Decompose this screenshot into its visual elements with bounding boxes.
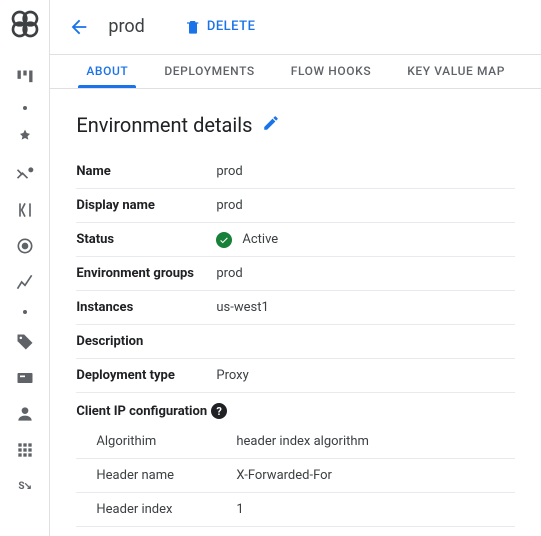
nav-target-icon[interactable] (5, 228, 45, 264)
row-header-index: Header index 1 (76, 493, 515, 527)
back-button[interactable] (68, 16, 90, 38)
nav-dashboard-icon[interactable] (5, 60, 45, 96)
label-description: Description (76, 334, 216, 349)
help-icon[interactable]: ? (211, 403, 227, 419)
label-deployment-type: Deployment type (76, 368, 216, 383)
nav-user-icon[interactable] (5, 396, 45, 432)
row-header-name: Header name X-Forwarded-For (76, 459, 515, 493)
status-check-icon (216, 232, 232, 248)
nav-publish-icon[interactable] (5, 156, 45, 192)
label-env-groups: Environment groups (76, 266, 216, 281)
status-text: Active (242, 232, 278, 247)
value-header-index: 1 (236, 502, 243, 517)
nav-develop-icon[interactable] (5, 120, 45, 156)
value-deployment-type: Proxy (216, 368, 248, 383)
row-status: Status Active (76, 223, 515, 257)
value-env-groups: prod (216, 266, 242, 281)
label-instances: Instances (76, 300, 216, 315)
row-display-name: Display name prod (76, 189, 515, 223)
row-env-groups: Environment groups prod (76, 257, 515, 291)
page-title: prod (108, 16, 144, 37)
content-area: Environment details Name prod Display na… (50, 89, 541, 536)
nav-separator (23, 106, 27, 110)
section-title: Environment details (76, 113, 515, 137)
client-ip-header: Client IP configuration ? (76, 393, 515, 425)
value-instances: us-west1 (216, 300, 268, 315)
nav-currency-icon[interactable]: S↘ (5, 468, 45, 504)
row-description: Description (76, 325, 515, 359)
nav-grid-icon[interactable] (5, 432, 45, 468)
trash-icon (185, 19, 201, 35)
label-header-index: Header index (96, 502, 236, 517)
value-header-name: X-Forwarded-For (236, 468, 332, 483)
value-name: prod (216, 164, 242, 179)
nav-deploy-icon[interactable] (5, 192, 45, 228)
label-display-name: Display name (76, 198, 216, 213)
sidebar: S↘ (0, 0, 50, 536)
nav-tag-icon[interactable] (5, 324, 45, 360)
value-algorithm: header index algorithm (236, 434, 369, 449)
nav-card-icon[interactable] (5, 360, 45, 396)
value-display-name: prod (216, 198, 242, 213)
tabs: ABOUT DEPLOYMENTS FLOW HOOKS KEY VALUE M… (50, 55, 541, 90)
label-header-name: Header name (96, 468, 236, 483)
tab-flow-hooks[interactable]: FLOW HOOKS (273, 64, 389, 88)
edit-button[interactable] (262, 113, 280, 137)
value-status: Active (216, 232, 278, 248)
nav-analytics-icon[interactable] (5, 264, 45, 300)
nav-separator (23, 310, 27, 314)
tab-key-value-maps[interactable]: KEY VALUE MAP (389, 64, 523, 88)
delete-label: DELETE (207, 19, 256, 34)
pencil-icon (262, 114, 280, 132)
label-name: Name (76, 164, 216, 179)
client-ip-header-text: Client IP configuration (76, 404, 207, 419)
label-algorithm: Algorithim (96, 434, 236, 449)
delete-button[interactable]: DELETE (185, 19, 256, 35)
label-status: Status (76, 232, 216, 247)
row-instances: Instances us-west1 (76, 291, 515, 325)
row-name: Name prod (76, 155, 515, 189)
row-deployment-type: Deployment type Proxy (76, 359, 515, 393)
tab-about[interactable]: ABOUT (68, 64, 146, 88)
section-title-text: Environment details (76, 113, 252, 137)
app-logo-icon (9, 8, 41, 40)
page-header: prod DELETE (50, 0, 541, 55)
row-algorithm: Algorithim header index algorithm (76, 425, 515, 459)
tab-deployments[interactable]: DEPLOYMENTS (146, 64, 272, 88)
